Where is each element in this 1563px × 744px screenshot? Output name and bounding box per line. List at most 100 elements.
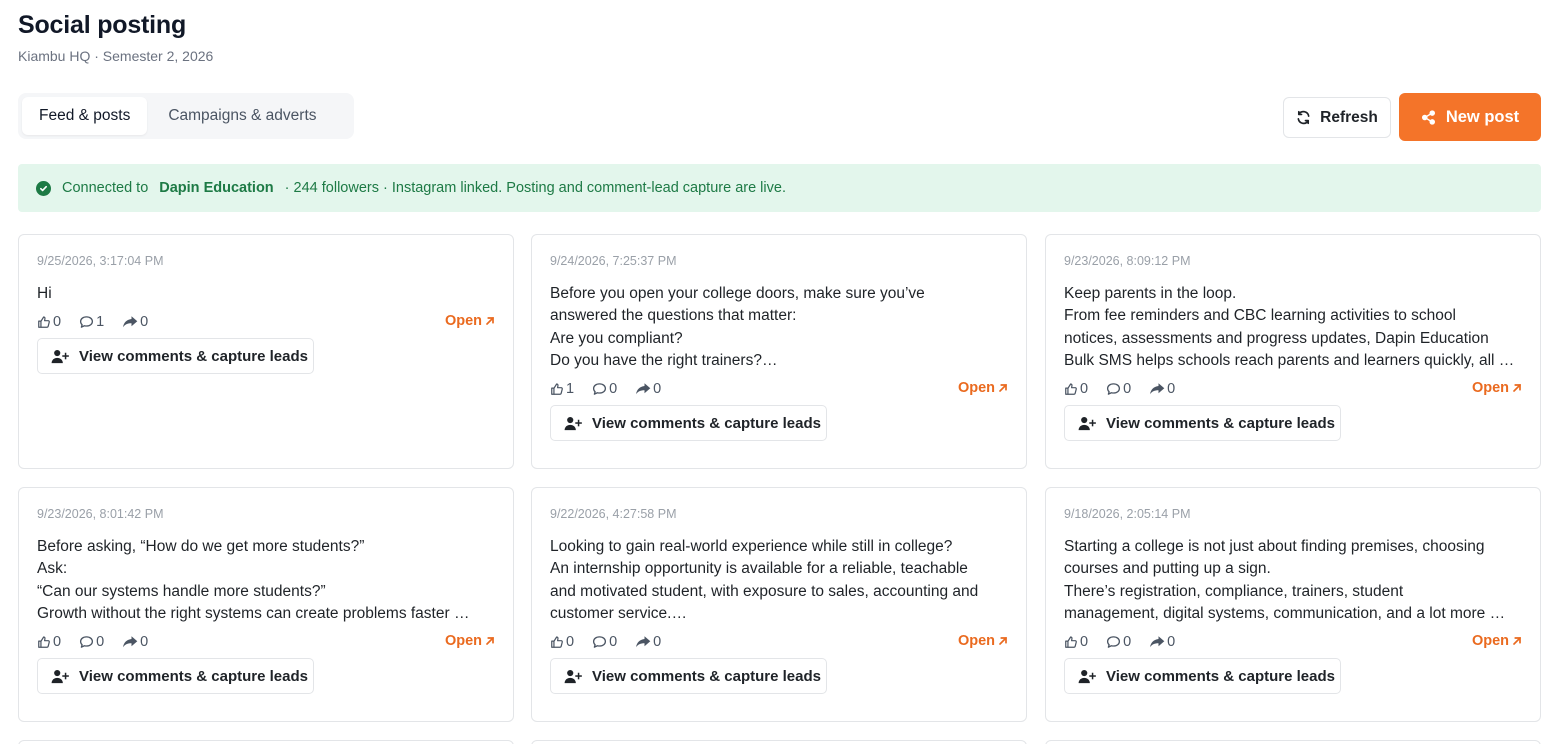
post-card: 9/22/2026, 4:27:58 PM Looking to gain re…	[531, 487, 1027, 722]
open-post-link[interactable]: Open	[958, 633, 1008, 649]
tab-bar: Feed & posts Campaigns & adverts	[18, 93, 354, 139]
new-post-label: New post	[1445, 107, 1520, 126]
comments-count: 0	[96, 634, 105, 650]
thumbs-up-icon	[1064, 382, 1078, 396]
new-post-button[interactable]: New post	[1399, 93, 1541, 141]
page-subtitle: Kiambu HQ · Semester 2, 2026	[18, 48, 214, 64]
user-plus-icon	[1078, 669, 1097, 684]
open-post-link[interactable]: Open	[1472, 633, 1522, 649]
post-card: 9/23/2026, 8:01:42 PM Before asking, “Ho…	[18, 487, 514, 722]
comments-stat: 0	[79, 634, 104, 650]
shares-stat: 0	[635, 381, 661, 397]
open-post-link[interactable]: Open	[445, 633, 495, 649]
post-stats: 0 0 0	[37, 633, 166, 651]
post-card: 9/23/2026, 8:09:12 PM Keep parents in th…	[1045, 234, 1541, 469]
open-post-link[interactable]: Open	[1472, 380, 1522, 396]
likes-count: 0	[1080, 381, 1089, 397]
open-post-link[interactable]: Open	[958, 380, 1008, 396]
post-card: 9/18/2026, 2:05:14 PM Starting a college…	[1045, 487, 1541, 722]
post-text: Hi	[37, 285, 52, 302]
refresh-icon	[1296, 110, 1311, 125]
share-arrow-icon	[122, 635, 138, 649]
shares-count: 0	[1167, 634, 1176, 650]
shares-stat: 0	[122, 634, 148, 650]
refresh-label: Refresh	[1320, 108, 1378, 126]
likes-stat: 0	[1064, 634, 1088, 650]
thumbs-up-icon	[550, 382, 564, 396]
comments-count: 0	[1123, 381, 1132, 397]
view-comments-capture-leads-button[interactable]: View comments & capture leads	[37, 658, 314, 694]
lead-button-label: View comments & capture leads	[1106, 414, 1335, 432]
view-comments-capture-leads-button[interactable]: View comments & capture leads	[1064, 405, 1341, 441]
external-arrow-icon	[1512, 383, 1522, 393]
tab-campaigns-adverts[interactable]: Campaigns & adverts	[151, 97, 333, 135]
open-post-link[interactable]: Open	[445, 313, 495, 329]
post-card-partial	[531, 740, 1027, 744]
external-arrow-icon	[485, 636, 495, 646]
shares-stat: 0	[122, 314, 148, 330]
check-circle-icon	[36, 180, 51, 196]
view-comments-capture-leads-button[interactable]: View comments & capture leads	[37, 338, 314, 374]
post-text: Before asking, “How do we get more stude…	[37, 538, 470, 622]
shares-count: 0	[653, 381, 662, 397]
shares-stat: 0	[635, 634, 661, 650]
user-plus-icon	[51, 349, 70, 364]
external-arrow-icon	[998, 636, 1008, 646]
comments-count: 0	[1123, 634, 1132, 650]
post-timestamp: 9/24/2026, 7:25:37 PM	[550, 254, 677, 268]
comments-stat: 0	[1106, 634, 1131, 650]
likes-count: 0	[53, 634, 62, 650]
post-stats: 0 0 0	[550, 633, 679, 651]
thumbs-up-icon	[1064, 635, 1078, 649]
shares-count: 0	[1167, 381, 1176, 397]
shares-count: 0	[140, 634, 149, 650]
comment-icon	[592, 382, 607, 396]
likes-stat: 0	[37, 314, 61, 330]
open-label: Open	[1471, 380, 1509, 396]
thumbs-up-icon	[37, 635, 51, 649]
post-stats: 0 0 0	[1064, 633, 1193, 651]
share-arrow-icon	[635, 635, 651, 649]
shares-count: 0	[653, 634, 662, 650]
likes-stat: 0	[550, 634, 574, 650]
comment-icon	[79, 635, 94, 649]
likes-stat: 0	[37, 634, 61, 650]
likes-stat: 0	[1064, 381, 1088, 397]
comment-icon	[79, 315, 94, 329]
post-text: Keep parents in the loop. From fee remin…	[1064, 285, 1515, 369]
lead-button-label: View comments & capture leads	[1106, 667, 1335, 685]
thumbs-up-icon	[550, 635, 564, 649]
share-arrow-icon	[1149, 382, 1165, 396]
open-label: Open	[444, 313, 482, 329]
share-arrow-icon	[122, 315, 138, 329]
comments-count: 0	[609, 381, 618, 397]
post-stats: 1 0 0	[550, 380, 679, 398]
user-plus-icon	[1078, 416, 1097, 431]
refresh-button[interactable]: Refresh	[1283, 97, 1391, 138]
comments-count: 0	[609, 634, 618, 650]
view-comments-capture-leads-button[interactable]: View comments & capture leads	[550, 658, 827, 694]
user-plus-icon	[564, 416, 583, 431]
post-text: Looking to gain real-world experience wh…	[550, 538, 979, 622]
open-label: Open	[957, 633, 995, 649]
post-timestamp: 9/25/2026, 3:17:04 PM	[37, 254, 164, 268]
lead-button-label: View comments & capture leads	[79, 667, 308, 685]
tab-feed-posts[interactable]: Feed & posts	[22, 97, 148, 135]
comments-stat: 0	[592, 634, 617, 650]
view-comments-capture-leads-button[interactable]: View comments & capture leads	[550, 405, 827, 441]
banner-prefix: Connected to	[62, 180, 149, 196]
open-label: Open	[444, 633, 482, 649]
post-card: 9/24/2026, 7:25:37 PM Before you open yo…	[531, 234, 1027, 469]
view-comments-capture-leads-button[interactable]: View comments & capture leads	[1064, 658, 1341, 694]
post-text: Starting a college is not just about fin…	[1064, 538, 1506, 622]
post-timestamp: 9/22/2026, 4:27:58 PM	[550, 507, 677, 521]
shares-stat: 0	[1149, 381, 1175, 397]
thumbs-up-icon	[37, 315, 51, 329]
post-card: 9/25/2026, 3:17:04 PM Hi 0 1 0 Open View…	[18, 234, 514, 469]
open-label: Open	[1471, 633, 1509, 649]
external-arrow-icon	[485, 316, 495, 326]
likes-count: 1	[566, 381, 575, 397]
share-arrow-icon	[1149, 635, 1165, 649]
comments-count: 1	[96, 314, 105, 330]
open-label: Open	[957, 380, 995, 396]
